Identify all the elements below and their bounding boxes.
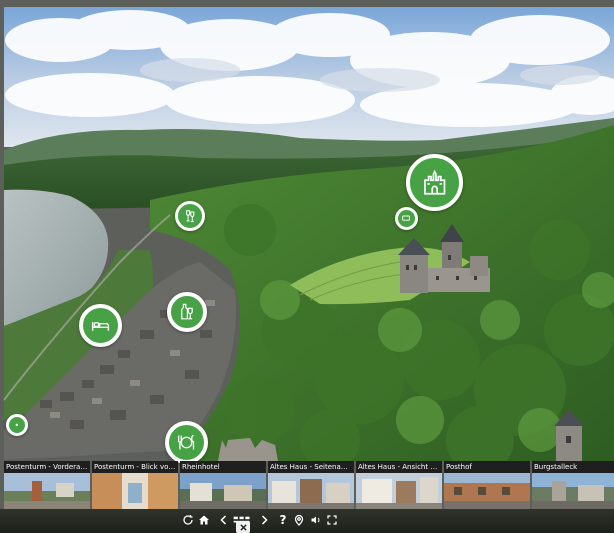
thumbnail-label: Postenturm - Vorderansicht (4, 461, 90, 473)
thumbnail-rheinhotel[interactable]: Rheinhotel (180, 461, 266, 509)
hotspot-castle[interactable] (406, 154, 463, 211)
rotate-button[interactable] (181, 513, 195, 527)
hotspot-icon (9, 417, 25, 433)
bed-icon (83, 308, 118, 343)
map-pin-icon (293, 514, 305, 526)
thumbnail-image (4, 473, 90, 509)
hotspot-info[interactable] (395, 207, 418, 230)
thumbnail-posthof[interactable]: Posthof (444, 461, 530, 509)
thumbnail-image (180, 473, 266, 509)
thumbnail-image (444, 473, 530, 509)
fullscreen-icon (326, 514, 338, 526)
chat-bubble-icon (398, 210, 415, 227)
thumbnail-postenturm-above[interactable]: Postenturm - Blick von oben (92, 461, 178, 509)
restaurant-icon (169, 425, 204, 460)
rotate-icon (182, 514, 194, 526)
thumbnail-burgstalleck[interactable]: Burgstalleck (532, 461, 614, 509)
next-button[interactable] (257, 513, 271, 527)
wine-bottle-icon (171, 296, 203, 328)
map-button[interactable] (292, 513, 306, 527)
thumbnail-altes-haus-front[interactable]: Altes Haus - Ansicht der Vor... (356, 461, 442, 509)
help-icon: ? (279, 513, 287, 527)
hotspot-wine-tasting[interactable] (175, 201, 205, 231)
panorama-viewer[interactable]: Postenturm - Vorderansicht Postenturm - … (0, 0, 614, 533)
thumbnail-label: Altes Haus - Ansicht der Vor... (356, 461, 442, 473)
thumbnail-postenturm-front[interactable]: Postenturm - Vorderansicht (4, 461, 90, 509)
thumbnail-altes-haus-side[interactable]: Altes Haus - Seitenansicht (268, 461, 354, 509)
prev-icon (218, 514, 230, 526)
home-icon (198, 514, 210, 526)
fullscreen-button[interactable] (325, 513, 339, 527)
hotspot-restaurant[interactable] (165, 421, 208, 464)
thumbnail-label: Posthof (444, 461, 530, 473)
thumbnail-image (268, 473, 354, 509)
thumbnail-image (92, 473, 178, 509)
help-button[interactable]: ? (276, 513, 290, 527)
thumbnail-label: Postenturm - Blick von oben (92, 461, 178, 473)
close-icon (239, 523, 248, 532)
home-button[interactable] (197, 513, 211, 527)
thumbnail-label: Altes Haus - Seitenansicht (268, 461, 354, 473)
control-bar: ? (0, 509, 614, 533)
thumbnail-strip[interactable]: Postenturm - Vorderansicht Postenturm - … (4, 461, 614, 509)
hotspot-hotel[interactable] (79, 304, 122, 347)
thumbnail-label: Rheinhotel (180, 461, 266, 473)
wine-glasses-icon (178, 204, 202, 228)
panorama-image[interactable] (0, 0, 614, 533)
close-panel-button[interactable] (236, 521, 250, 533)
thumbnail-image (532, 473, 614, 509)
sound-button[interactable] (309, 513, 323, 527)
thumbnail-label: Burgstalleck (532, 461, 614, 473)
sound-icon (310, 514, 322, 526)
thumbnail-image (356, 473, 442, 509)
next-icon (258, 514, 270, 526)
prev-button[interactable] (217, 513, 231, 527)
hotspot-left-edge[interactable] (6, 414, 28, 436)
castle-icon (410, 158, 459, 207)
hotspot-wine-shop[interactable] (167, 292, 207, 332)
